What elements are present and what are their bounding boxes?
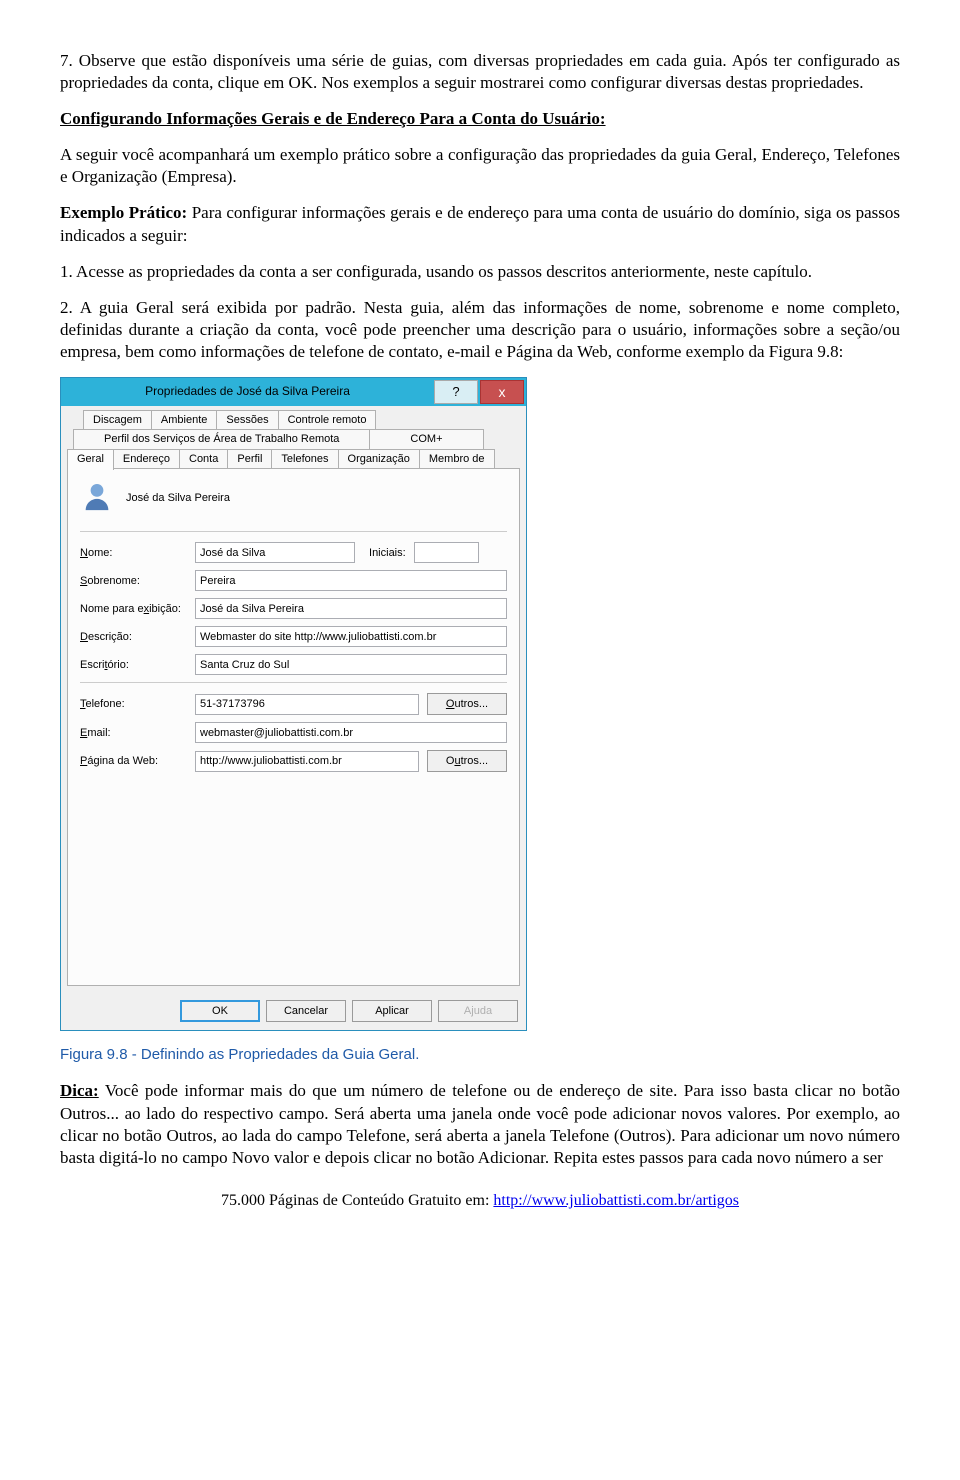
tab-sessoes[interactable]: Sessões xyxy=(216,410,278,429)
step-1: 1. Acesse as propriedades da conta a ser… xyxy=(60,261,900,283)
tab-com-plus[interactable]: COM+ xyxy=(369,429,483,448)
tab-endereco[interactable]: Endereço xyxy=(113,449,180,468)
footer: 75.000 Páginas de Conteúdo Gratuito em: … xyxy=(60,1191,900,1212)
tab-geral[interactable]: Geral xyxy=(67,449,114,470)
user-display-name: José da Silva Pereira xyxy=(126,491,230,505)
paragraph-exemplo: Exemplo Prático: Para configurar informa… xyxy=(60,202,900,246)
footer-link[interactable]: http://www.juliobattisti.com.br/artigos xyxy=(493,1192,739,1209)
footer-text: 75.000 Páginas de Conteúdo Gratuito em: xyxy=(221,1192,493,1209)
escritorio-field[interactable] xyxy=(195,654,507,675)
ok-button[interactable]: OK xyxy=(180,1000,260,1022)
label-iniciais: Iniciais: xyxy=(369,546,406,560)
tab-discagem[interactable]: Discagem xyxy=(83,410,152,429)
label-sobrenome: Sobrenome: xyxy=(80,574,195,588)
tab-organizacao[interactable]: Organização xyxy=(338,449,420,468)
email-field[interactable] xyxy=(195,722,507,743)
pagina-web-field[interactable] xyxy=(195,751,419,772)
tab-conta[interactable]: Conta xyxy=(179,449,228,468)
label-nome-exibicao: Nome para exibição: xyxy=(80,602,195,616)
tab-membro-de[interactable]: Membro de xyxy=(419,449,495,468)
telefone-field[interactable] xyxy=(195,694,419,715)
tab-telefones[interactable]: Telefones xyxy=(271,449,338,468)
iniciais-field[interactable] xyxy=(414,542,479,563)
tab-perfil[interactable]: Perfil xyxy=(227,449,272,468)
divider xyxy=(80,682,507,683)
aplicar-button[interactable]: Aplicar xyxy=(352,1000,432,1022)
label-pagina-web: Página da Web: xyxy=(80,754,195,768)
tabs-area: Discagem Ambiente Sessões Controle remot… xyxy=(61,406,526,468)
paragraph-7: 7. Observe que estão disponíveis uma sér… xyxy=(60,50,900,94)
dica-text: Você pode informar mais do que um número… xyxy=(60,1081,900,1166)
exemplo-label: Exemplo Prático: xyxy=(60,203,192,222)
step-2: 2. A guia Geral será exibida por padrão.… xyxy=(60,297,900,363)
figure-caption: Figura 9.8 - Definindo as Propriedades d… xyxy=(60,1045,900,1065)
cancelar-button[interactable]: Cancelar xyxy=(266,1000,346,1022)
outros-telefone-button[interactable]: Outros... xyxy=(427,693,507,715)
properties-dialog: Propriedades de José da Silva Pereira ? … xyxy=(60,377,527,1031)
outros-pagina-button[interactable]: Outros... xyxy=(427,750,507,772)
section-heading: Configurando Informações Gerais e de End… xyxy=(60,108,900,130)
label-email: Email: xyxy=(80,726,195,740)
divider xyxy=(80,531,507,532)
paragraph-intro: A seguir você acompanhará um exemplo prá… xyxy=(60,144,900,188)
ajuda-button[interactable]: Ajuda xyxy=(438,1000,518,1022)
user-icon xyxy=(80,479,114,517)
nome-field[interactable] xyxy=(195,542,355,563)
label-escritorio: Escritório: xyxy=(80,658,195,672)
label-nome: Nome: xyxy=(80,546,195,560)
tab-ambiente[interactable]: Ambiente xyxy=(151,410,217,429)
close-button[interactable]: x xyxy=(480,380,524,404)
sobrenome-field[interactable] xyxy=(195,570,507,591)
descricao-field[interactable] xyxy=(195,626,507,647)
nome-exibicao-field[interactable] xyxy=(195,598,507,619)
dica-label: Dica: xyxy=(60,1081,99,1100)
dialog-button-bar: OK Cancelar Aplicar Ajuda xyxy=(61,992,526,1030)
tab-panel-geral: José da Silva Pereira Nome: Iniciais: So… xyxy=(67,468,520,986)
figure-9-8: Propriedades de José da Silva Pereira ? … xyxy=(60,377,900,1031)
tab-perfil-rds[interactable]: Perfil dos Serviços de Área de Trabalho … xyxy=(73,429,370,448)
dialog-title: Propriedades de José da Silva Pereira xyxy=(61,384,434,400)
tab-controle-remoto[interactable]: Controle remoto xyxy=(278,410,377,429)
help-button[interactable]: ? xyxy=(434,380,478,404)
label-descricao: Descrição: xyxy=(80,630,195,644)
label-telefone: Telefone: xyxy=(80,697,195,711)
dialog-titlebar: Propriedades de José da Silva Pereira ? … xyxy=(61,378,526,406)
dica-paragraph: Dica: Você pode informar mais do que um … xyxy=(60,1080,900,1168)
